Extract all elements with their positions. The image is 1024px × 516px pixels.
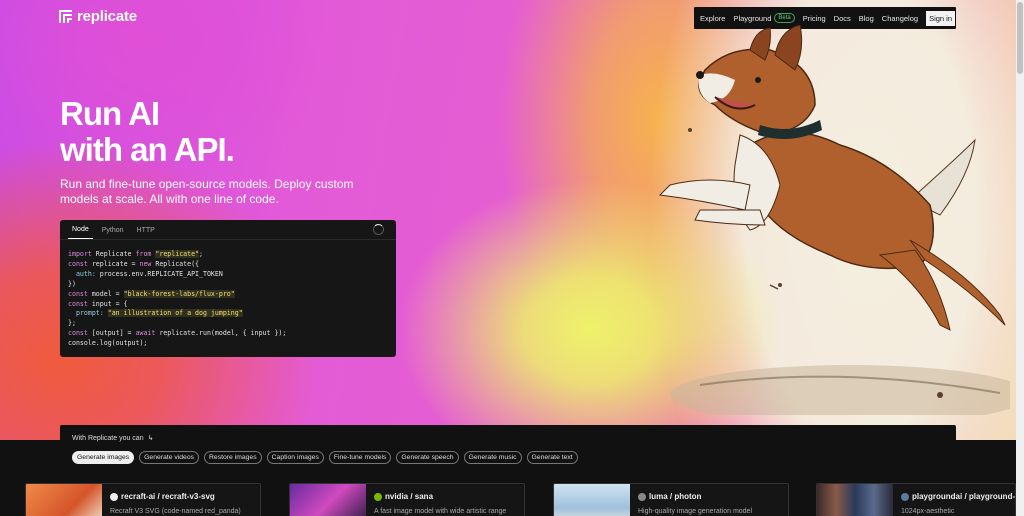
logo-text: replicate (77, 8, 137, 25)
chip-generate-music[interactable]: Generate music (463, 451, 522, 464)
tab-http[interactable]: HTTP (133, 227, 159, 239)
jumping-dog-illustration (658, 25, 1010, 415)
model-card-title: playgroundai / playground-v... (901, 492, 1015, 501)
model-card-title: luma / photon (638, 492, 701, 501)
tab-python[interactable]: Python (98, 227, 128, 239)
loading-spinner-icon (373, 224, 384, 235)
model-card[interactable]: recraft-ai / recraft-v3-svg Recraft V3 S… (25, 483, 261, 516)
model-card[interactable]: luma / photon High-quality image generat… (553, 483, 789, 516)
nav-changelog[interactable]: Changelog (882, 14, 918, 23)
model-thumbnail (817, 484, 893, 516)
arrow-down-right-icon: ↳ (147, 435, 154, 442)
logo[interactable]: replicate (59, 8, 137, 25)
headline-line-2: with an API. (60, 131, 235, 168)
page-scrollbar[interactable] (1016, 0, 1024, 516)
code-tabs: Node Python HTTP (60, 220, 396, 240)
chip-fine-tune-models[interactable]: Fine-tune models (328, 451, 392, 464)
chip-generate-text[interactable]: Generate text (526, 451, 578, 464)
nav-explore[interactable]: Explore (700, 14, 725, 23)
owner-avatar-icon (374, 492, 382, 501)
chip-caption-images[interactable]: Caption images (266, 451, 324, 464)
model-thumbnail (554, 484, 630, 516)
beta-badge: Beta (774, 13, 795, 23)
model-thumbnail (290, 484, 366, 516)
hero-background: replicate Explore Playground Beta Pricin… (0, 0, 1016, 440)
hero-subhead: Run and fine-tune open-source models. De… (60, 177, 354, 206)
nav-pricing[interactable]: Pricing (803, 14, 826, 23)
model-card-title: recraft-ai / recraft-v3-svg (110, 492, 215, 501)
owner-avatar-icon (901, 492, 909, 501)
page-title: Run AI with an API. (60, 95, 235, 168)
use-cases-title-text: With Replicate you can (72, 434, 144, 442)
tab-node[interactable]: Node (68, 226, 93, 239)
headline-line-1: Run AI (60, 95, 160, 132)
model-card-title: nvidia / sana (374, 492, 433, 501)
use-case-chips: Generate images Generate videos Restore … (72, 451, 578, 464)
model-cards-row: recraft-ai / recraft-v3-svg Recraft V3 S… (0, 469, 1016, 516)
scrollbar-thumb[interactable] (1017, 2, 1023, 74)
code-example-card: Node Python HTTP import Replicate from "… (60, 220, 396, 357)
model-card-desc: A fast image model with wide artistic ra… (374, 508, 507, 515)
model-card[interactable]: nvidia / sana A fast image model with wi… (289, 483, 525, 516)
nav-docs[interactable]: Docs (834, 14, 851, 23)
nav-playground[interactable]: Playground Beta (733, 13, 795, 23)
model-thumbnail (26, 484, 102, 516)
owner-avatar-icon (110, 492, 118, 501)
chip-restore-images[interactable]: Restore images (204, 451, 262, 464)
sign-in-button[interactable]: Sign in (926, 10, 955, 26)
chip-generate-videos[interactable]: Generate videos (139, 451, 200, 464)
nav-playground-label: Playground (733, 13, 772, 23)
owner-avatar-icon (638, 492, 646, 501)
replicate-logo-icon (59, 10, 72, 23)
model-card-desc: High-quality image generation model (638, 508, 753, 515)
model-card-desc: Recraft V3 SVG (code-named red_panda) (110, 508, 241, 515)
model-card[interactable]: playgroundai / playground-v... 1024px-ae… (816, 483, 1016, 516)
chip-generate-images[interactable]: Generate images (72, 451, 135, 464)
chip-generate-speech[interactable]: Generate speech (396, 451, 459, 464)
code-block[interactable]: import Replicate from "replicate"; const… (60, 240, 396, 357)
use-cases-panel: With Replicate you can ↳ Generate images… (60, 425, 956, 469)
use-cases-title: With Replicate you can ↳ (72, 434, 154, 443)
model-card-desc: 1024px-aesthetic (901, 508, 955, 515)
nav-blog[interactable]: Blog (859, 14, 874, 23)
